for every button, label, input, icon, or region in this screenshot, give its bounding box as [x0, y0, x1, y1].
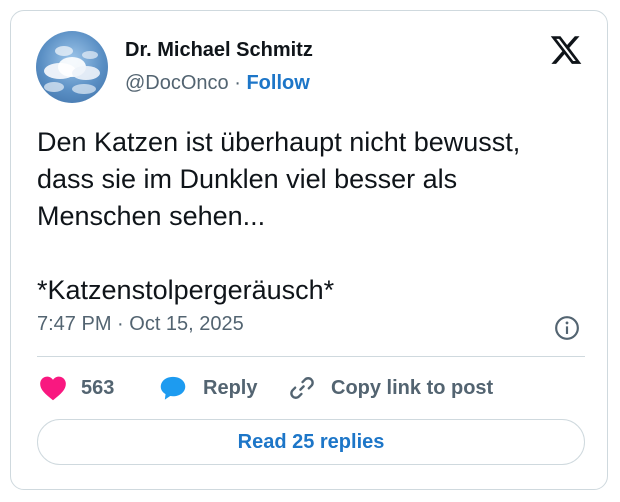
- author-handle[interactable]: @DocOnco: [125, 72, 229, 94]
- avatar[interactable]: [36, 31, 108, 103]
- divider: [37, 356, 585, 357]
- follow-button[interactable]: Follow: [246, 72, 309, 94]
- like-button[interactable]: 563: [39, 373, 114, 403]
- copy-link-label: Copy link to post: [331, 376, 494, 399]
- reply-label: Reply: [203, 376, 258, 399]
- post-timestamp[interactable]: 7:47 PM · Oct 15, 2025: [37, 313, 244, 336]
- post-card: Dr. Michael Schmitz @DocOnco · Follow De…: [10, 10, 608, 490]
- author-name[interactable]: Dr. Michael Schmitz: [125, 39, 313, 62]
- handle-row: @DocOnco · Follow: [125, 72, 310, 95]
- read-replies-button[interactable]: Read 25 replies: [37, 419, 585, 465]
- speech-bubble-icon: [160, 376, 186, 400]
- cloud-sky-image: [44, 46, 100, 94]
- reply-button[interactable]: Reply: [159, 373, 257, 403]
- info-icon[interactable]: [554, 315, 580, 341]
- post-text: Den Katzen ist überhaupt nicht bewusst, …: [37, 127, 521, 305]
- x-logo-icon[interactable]: [549, 33, 583, 67]
- heart-icon: [40, 376, 66, 401]
- separator: ·: [228, 72, 247, 94]
- copy-link-button[interactable]: Copy link to post: [289, 373, 493, 403]
- likes-count: 563: [81, 376, 115, 399]
- link-icon: [290, 377, 314, 399]
